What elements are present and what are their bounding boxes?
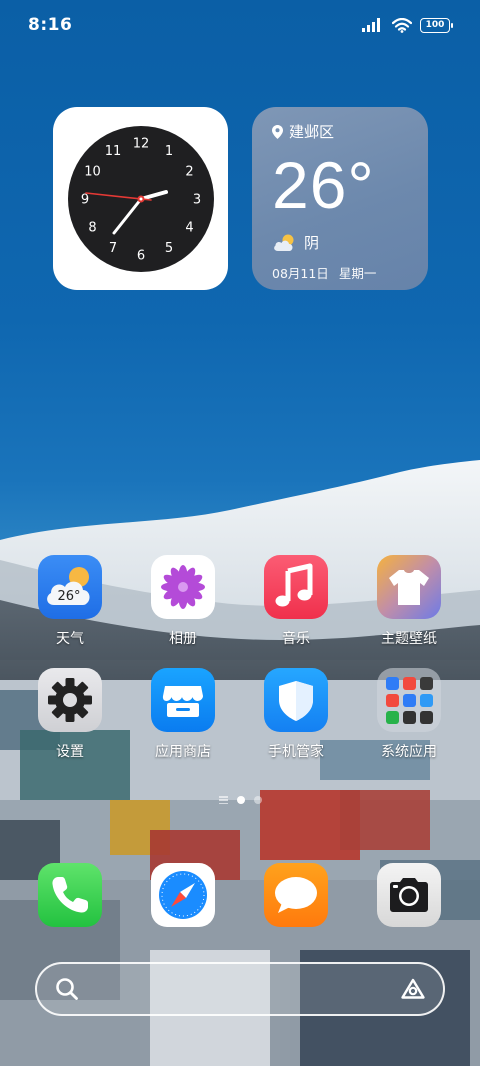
app-store-icon	[151, 668, 215, 732]
clock-number: 11	[104, 144, 121, 159]
app-label: 主题壁纸	[381, 631, 437, 647]
clock-number: 2	[185, 164, 193, 179]
clock-number: 9	[80, 192, 88, 207]
search-icon[interactable]	[55, 977, 79, 1001]
status-icons: 100	[362, 17, 453, 33]
search-bar[interactable]	[35, 962, 445, 1016]
app-label: 音乐	[282, 631, 310, 647]
weather-weekday-text: 星期一	[338, 266, 377, 281]
music-note-icon	[264, 555, 328, 619]
assistant-icon[interactable]	[399, 977, 427, 1001]
clock-number: 12	[132, 136, 149, 151]
message-bubble-icon	[264, 863, 328, 927]
app-theme[interactable]: 主题壁纸	[354, 555, 464, 648]
status-bar: 8:16 100	[0, 0, 480, 50]
page-list-icon	[218, 796, 228, 804]
app-security[interactable]: 手机管家	[241, 668, 351, 761]
clock-number: 5	[164, 241, 172, 256]
clock-number: 6	[136, 248, 144, 263]
compass-icon	[151, 863, 215, 927]
folder-preview-grid	[385, 676, 433, 724]
app-music[interactable]: 音乐	[241, 555, 351, 648]
weather-location-text: 建邺区	[289, 123, 335, 141]
gallery-flower-icon	[151, 555, 215, 619]
folder-mini-app-icon	[385, 676, 399, 690]
cloudy-sun-icon	[274, 234, 294, 251]
clock-number: 8	[88, 220, 96, 235]
battery-icon: 100	[420, 17, 453, 33]
app-label: 设置	[56, 744, 84, 760]
phone-icon	[38, 863, 102, 927]
status-time: 8:16	[28, 15, 73, 35]
folder-mini-app-icon	[419, 676, 433, 690]
security-shield-icon	[264, 668, 328, 732]
weather-condition-text: 阴	[304, 234, 320, 252]
app-weather[interactable]: 26° 天气	[15, 555, 125, 648]
folder-mini-app-icon	[402, 693, 416, 707]
app-store[interactable]: 应用商店	[128, 668, 238, 761]
weather-temperature: 26°	[272, 148, 375, 222]
clock-widget[interactable]: 12 1 2 3 4 5 6 7 8 9 10 11	[53, 107, 228, 290]
folder-mini-app-icon	[385, 710, 399, 724]
app-gallery[interactable]: 相册	[128, 555, 238, 648]
page-indicator[interactable]	[0, 796, 480, 804]
app-label: 天气	[56, 631, 84, 647]
app-label: 手机管家	[268, 744, 324, 760]
weather-app-icon: 26°	[38, 555, 102, 619]
analog-clock-face: 12 12 3 45 6 789 1011	[67, 125, 214, 272]
weather-date: 08月11日 星期一	[272, 263, 408, 282]
app-label: 相册	[169, 631, 197, 647]
clock-number: 4	[185, 220, 193, 235]
clock-number: 3	[192, 192, 200, 207]
app-label: 系统应用	[381, 744, 437, 760]
weather-condition: 阴	[272, 232, 408, 253]
folder-mini-app-icon	[402, 676, 416, 690]
dock-browser[interactable]	[128, 863, 238, 927]
dock-phone[interactable]	[15, 863, 125, 927]
wifi-icon	[392, 17, 412, 33]
weather-widget[interactable]: 建邺区 26° 阴 08月11日 星期一	[252, 107, 428, 290]
folder-mini-app-icon	[419, 710, 433, 724]
app-label: 应用商店	[155, 744, 211, 760]
clock-number: 7	[108, 241, 116, 256]
folder-mini-app-icon	[419, 693, 433, 707]
camera-icon	[377, 863, 441, 927]
dock-camera[interactable]	[354, 863, 464, 927]
dock-messages[interactable]	[241, 863, 351, 927]
location-pin-icon	[272, 124, 283, 139]
settings-gear-icon	[38, 668, 102, 732]
clock-number: 10	[84, 164, 101, 179]
page-dot	[253, 796, 262, 804]
page-dot-active	[236, 796, 245, 804]
weather-location: 建邺区	[272, 121, 408, 142]
weather-date-text: 08月11日	[272, 266, 329, 281]
clock-number: 1	[164, 144, 172, 159]
app-settings[interactable]: 设置	[15, 668, 125, 761]
app-folder-system[interactable]: 系统应用	[354, 668, 464, 761]
folder-mini-app-icon	[385, 693, 399, 707]
folder-mini-app-icon	[402, 710, 416, 724]
folder-icon	[377, 668, 441, 732]
weather-badge-text: 26°	[57, 589, 80, 604]
signal-icon	[362, 18, 380, 32]
theme-tshirt-icon	[377, 555, 441, 619]
